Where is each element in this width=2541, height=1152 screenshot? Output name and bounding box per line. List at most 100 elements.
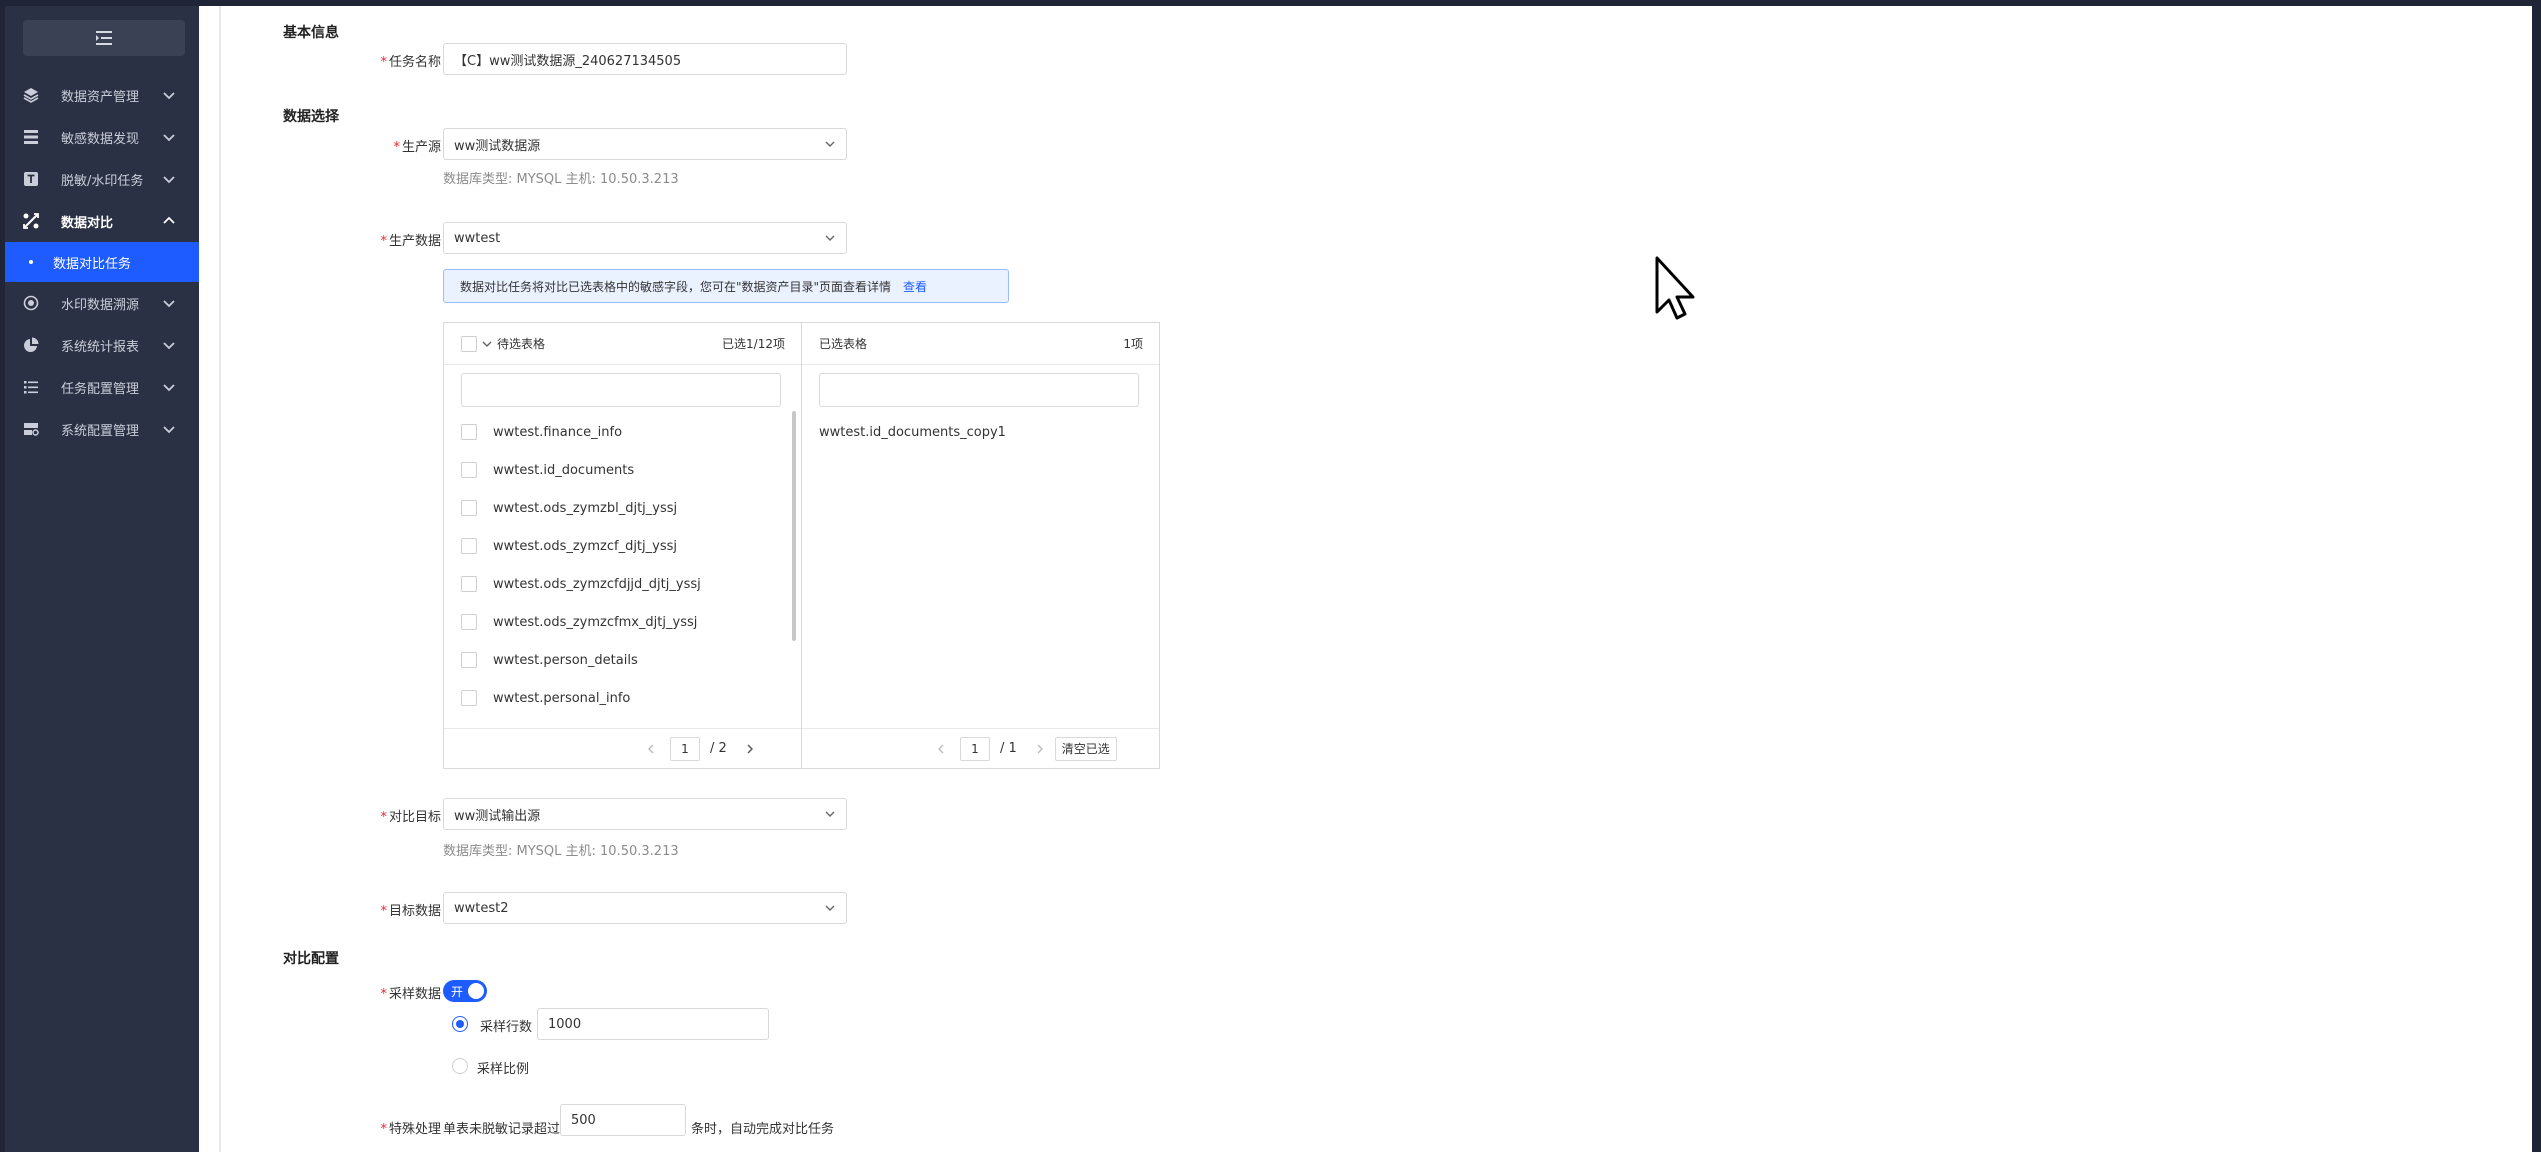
target-data-select[interactable]: wwtest2 bbox=[443, 892, 847, 924]
info-alert: 数据对比任务将对比已选表格中的敏感字段，您可在"数据资产目录"页面查看详情 查看 bbox=[443, 269, 1009, 303]
sidebar-nav: 数据资产管理 敏感数据发现 脱敏/水印任务 数据对比 数据对比任务 水印数据溯源 bbox=[5, 74, 199, 450]
target-data-label: * 目标数据 bbox=[380, 904, 441, 919]
special-threshold-input[interactable]: 500 bbox=[560, 1104, 686, 1136]
list-icon bbox=[21, 377, 41, 397]
layers-icon bbox=[21, 85, 41, 105]
special-label: * 特殊处理 bbox=[380, 1122, 441, 1137]
mouse-cursor-icon bbox=[1655, 256, 1697, 326]
transfer-target-list: wwtest.id_documents_copy1 bbox=[802, 413, 1159, 451]
sidebar-item-system-config[interactable]: 系统配置管理 bbox=[5, 408, 199, 450]
special-suffix: 条时，自动完成对比任务 bbox=[691, 1122, 835, 1137]
source-select[interactable]: ww测试数据源 bbox=[443, 128, 847, 160]
chevron-left-icon[interactable] bbox=[646, 743, 656, 755]
content-divider bbox=[219, 6, 221, 1152]
settings-box-icon bbox=[21, 419, 41, 439]
sidebar-item-task-config[interactable]: 任务配置管理 bbox=[5, 366, 199, 408]
special-prefix: 单表未脱敏记录超过 bbox=[443, 1122, 561, 1137]
chevron-down-icon bbox=[825, 235, 835, 241]
transfer-source-search[interactable] bbox=[461, 373, 781, 407]
switch-knob bbox=[468, 983, 484, 999]
source-label: * 生产源 bbox=[393, 140, 441, 155]
chevron-down-icon[interactable] bbox=[481, 338, 493, 350]
target-label: * 对比目标 bbox=[380, 810, 441, 825]
sample-ratio-radio[interactable] bbox=[452, 1058, 468, 1074]
page-input[interactable]: 1 bbox=[670, 736, 700, 761]
section-title-compare: 对比配置 bbox=[283, 951, 339, 967]
sample-rows-label: 采样行数 bbox=[480, 1020, 533, 1035]
sample-rows-radio[interactable] bbox=[452, 1016, 468, 1032]
list-item[interactable]: wwtest.ods_zymzcfmx_djtj_yssj bbox=[444, 603, 801, 641]
item-checkbox[interactable] bbox=[461, 690, 477, 706]
sidebar-item-asset[interactable]: 数据资产管理 bbox=[5, 74, 199, 116]
bullet-icon bbox=[29, 260, 33, 264]
list-scrollbar[interactable] bbox=[792, 411, 796, 641]
t-square-icon bbox=[21, 169, 41, 189]
sidebar-item-label: 系统配置管理 bbox=[61, 423, 140, 439]
transfer-target-header: 已选表格 1项 bbox=[802, 323, 1159, 365]
source-data-select[interactable]: wwtest bbox=[443, 222, 847, 254]
transfer-source-title: 待选表格 bbox=[497, 337, 546, 351]
transfer-target-panel: 已选表格 1项 wwtest.id_documents_copy1 1 / 1 … bbox=[802, 323, 1159, 768]
main-content: 基本信息 * 任务名称 【C】ww测试数据源_240627134505 数据选择 … bbox=[199, 6, 2532, 1152]
sidebar-item-discovery[interactable]: 敏感数据发现 bbox=[5, 116, 199, 158]
page-input[interactable]: 1 bbox=[960, 736, 990, 761]
transfer-source-header: 待选表格 已选1/12项 bbox=[444, 323, 801, 365]
select-all-checkbox[interactable] bbox=[461, 335, 477, 352]
chevron-right-icon[interactable] bbox=[1035, 743, 1045, 755]
transfer-source-count: 已选1/12项 bbox=[722, 337, 785, 351]
sidebar-subitem-compare-task[interactable]: 数据对比任务 bbox=[5, 242, 199, 282]
list-item[interactable]: wwtest.id_documents bbox=[444, 451, 801, 489]
sidebar-item-label: 数据对比 bbox=[61, 215, 114, 231]
page-total: / 1 bbox=[1000, 741, 1017, 756]
sidebar-item-watermark-trace[interactable]: 水印数据溯源 bbox=[5, 282, 199, 324]
chevron-down-icon bbox=[825, 141, 835, 147]
sidebar-item-mask-task[interactable]: 脱敏/水印任务 bbox=[5, 158, 199, 200]
item-checkbox[interactable] bbox=[461, 576, 477, 592]
sidebar-item-compare[interactable]: 数据对比 bbox=[5, 200, 199, 242]
right-edge bbox=[2532, 0, 2541, 1152]
list-item[interactable]: wwtest.finance_info bbox=[444, 413, 801, 451]
list-item[interactable]: wwtest.ods_zymzcf_djtj_yssj bbox=[444, 527, 801, 565]
target-icon bbox=[21, 293, 41, 313]
sample-label: * 采样数据 bbox=[380, 987, 441, 1002]
sample-switch[interactable]: 开 bbox=[443, 980, 487, 1002]
transfer-target-count: 1项 bbox=[1123, 337, 1143, 351]
list-item[interactable]: wwtest.personal_info bbox=[444, 679, 801, 717]
item-checkbox[interactable] bbox=[461, 538, 477, 554]
task-name-input[interactable]: 【C】ww测试数据源_240627134505 bbox=[443, 43, 847, 75]
sidebar-item-label: 水印数据溯源 bbox=[61, 297, 140, 313]
list-item[interactable]: wwtest.person_details bbox=[444, 641, 801, 679]
chevron-right-icon[interactable] bbox=[745, 743, 755, 755]
list-item[interactable]: wwtest.ods_zymzcfdjjd_djtj_yssj bbox=[444, 565, 801, 603]
sidebar-subitem-label: 数据对比任务 bbox=[53, 256, 132, 272]
sample-rows-input[interactable]: 1000 bbox=[537, 1008, 769, 1040]
item-checkbox[interactable] bbox=[461, 652, 477, 668]
list-item[interactable]: wwtest.ods_zymzbl_djtj_yssj bbox=[444, 489, 801, 527]
chevron-down-icon bbox=[163, 384, 175, 392]
database-icon bbox=[21, 127, 41, 147]
transfer-target-search[interactable] bbox=[819, 373, 1139, 407]
chevron-down-icon bbox=[163, 342, 175, 350]
target-hint: 数据库类型: MYSQL 主机: 10.50.3.213 bbox=[443, 844, 679, 859]
chevron-down-icon bbox=[825, 905, 835, 911]
view-link[interactable]: 查看 bbox=[903, 278, 927, 295]
chevron-down-icon bbox=[163, 426, 175, 434]
sidebar-item-label: 系统统计报表 bbox=[61, 339, 140, 355]
target-select[interactable]: ww测试输出源 bbox=[443, 798, 847, 830]
chevron-left-icon[interactable] bbox=[936, 743, 946, 755]
transfer-target-pager: 1 / 1 清空已选 bbox=[802, 728, 1159, 768]
item-checkbox[interactable] bbox=[461, 500, 477, 516]
chevron-down-icon bbox=[163, 92, 175, 100]
menu-fold-icon[interactable] bbox=[23, 20, 185, 56]
item-checkbox[interactable] bbox=[461, 462, 477, 478]
pie-chart-icon bbox=[21, 335, 41, 355]
clear-selected-button[interactable]: 清空已选 bbox=[1054, 736, 1117, 761]
sample-ratio-label: 采样比例 bbox=[477, 1062, 530, 1077]
sidebar-item-report[interactable]: 系统统计报表 bbox=[5, 324, 199, 366]
item-checkbox[interactable] bbox=[461, 424, 477, 440]
task-name-label: * 任务名称 bbox=[380, 55, 441, 70]
chevron-down-icon bbox=[163, 300, 175, 308]
transfer-source-panel: 待选表格 已选1/12项 wwtest.finance_info wwtest.… bbox=[444, 323, 802, 768]
list-item[interactable]: wwtest.id_documents_copy1 bbox=[802, 413, 1159, 451]
item-checkbox[interactable] bbox=[461, 614, 477, 630]
